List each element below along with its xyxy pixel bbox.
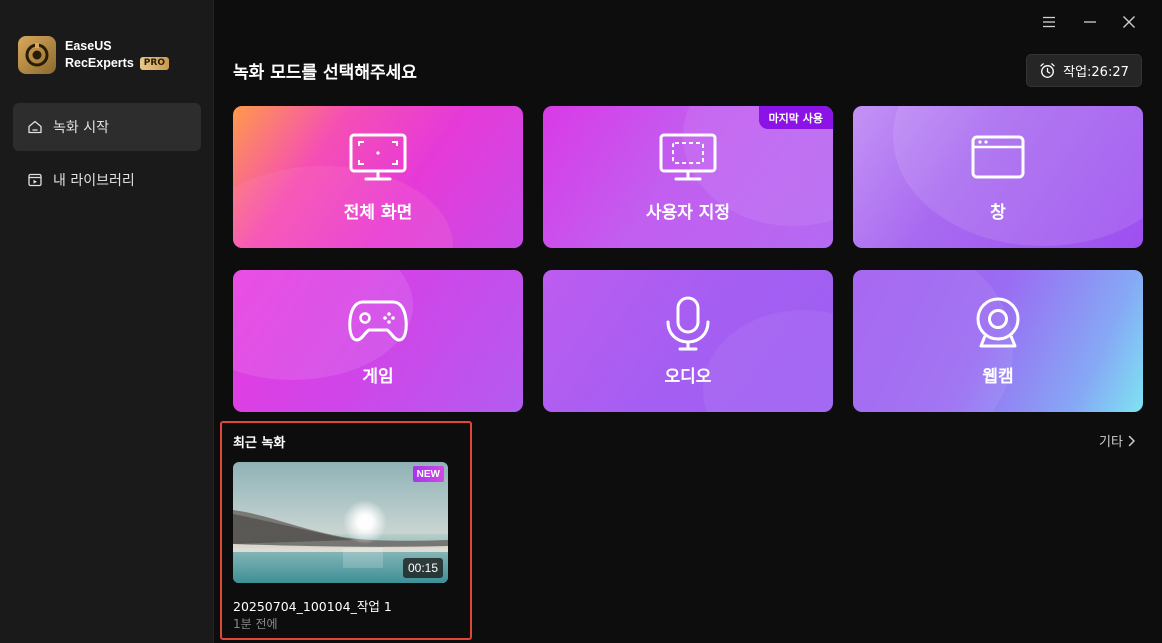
mode-card-custom-region[interactable]: 마지막 사용 사용자 지정 [543,106,833,248]
sidebar-item-label: 내 라이브러리 [53,173,135,189]
app-logo-icon [18,36,56,74]
close-icon [1123,16,1135,28]
mode-label: 사용자 지정 [645,203,731,223]
menu-icon [1043,16,1055,28]
microphone-icon [663,296,713,352]
custom-region-icon [658,132,718,182]
brand: EaseUS RecExperts PRO [18,36,169,74]
more-label: 기타 [1099,435,1123,450]
minimize-button[interactable] [1078,10,1102,34]
task-timer-button[interactable]: 작업:26:27 [1026,54,1142,87]
page-title: 녹화 모드를 선택해주세요 [233,63,417,83]
mode-card-webcam[interactable]: 웹캠 [853,270,1143,412]
full-screen-icon [348,132,408,182]
more-link[interactable]: 기타 [1099,431,1136,450]
webcam-icon [973,296,1023,352]
recording-file-name[interactable]: 20250704_100104_작업 1 [233,596,392,615]
timer-label: 작업:26:27 [1063,65,1129,80]
library-icon [27,172,43,188]
sidebar-item-start-recording[interactable]: 녹화 시작 [13,103,201,151]
brand-name-line1: EaseUS [65,39,112,53]
mode-card-window[interactable]: 창 [853,106,1143,248]
alarm-clock-icon [1040,63,1055,78]
mode-label: 오디오 [664,367,712,387]
menu-button[interactable] [1037,10,1061,34]
sidebar-item-my-library[interactable]: 내 라이브러리 [13,156,201,204]
sidebar: EaseUS RecExperts PRO 녹화 시작 내 라이브러리 [0,0,214,643]
mode-card-audio[interactable]: 오디오 [543,270,833,412]
duration-badge: 00:15 [402,558,443,578]
gamepad-icon [347,296,409,346]
mode-label: 웹캠 [982,367,1014,387]
sidebar-item-label: 녹화 시작 [53,120,109,136]
recording-time-ago: 1분 전에 [233,617,278,631]
window-icon [970,132,1026,182]
recent-recordings-title: 최근 녹화 [233,436,286,451]
chevron-right-icon [1128,435,1135,446]
brand-name-line2: RecExperts [65,56,134,70]
new-badge: NEW [412,466,444,482]
minimize-icon [1084,21,1096,23]
mode-label: 전체 화면 [343,203,413,223]
last-used-badge: 마지막 사용 [758,106,833,129]
close-button[interactable] [1117,10,1141,34]
recording-thumbnail[interactable]: NEW 00:15 [233,462,448,583]
mode-card-full-screen[interactable]: 전체 화면 [233,106,523,248]
mode-label: 게임 [362,367,394,387]
mode-label: 창 [990,203,1006,223]
mode-card-game[interactable]: 게임 [233,270,523,412]
pro-badge: PRO [139,57,169,70]
home-icon [27,119,43,135]
